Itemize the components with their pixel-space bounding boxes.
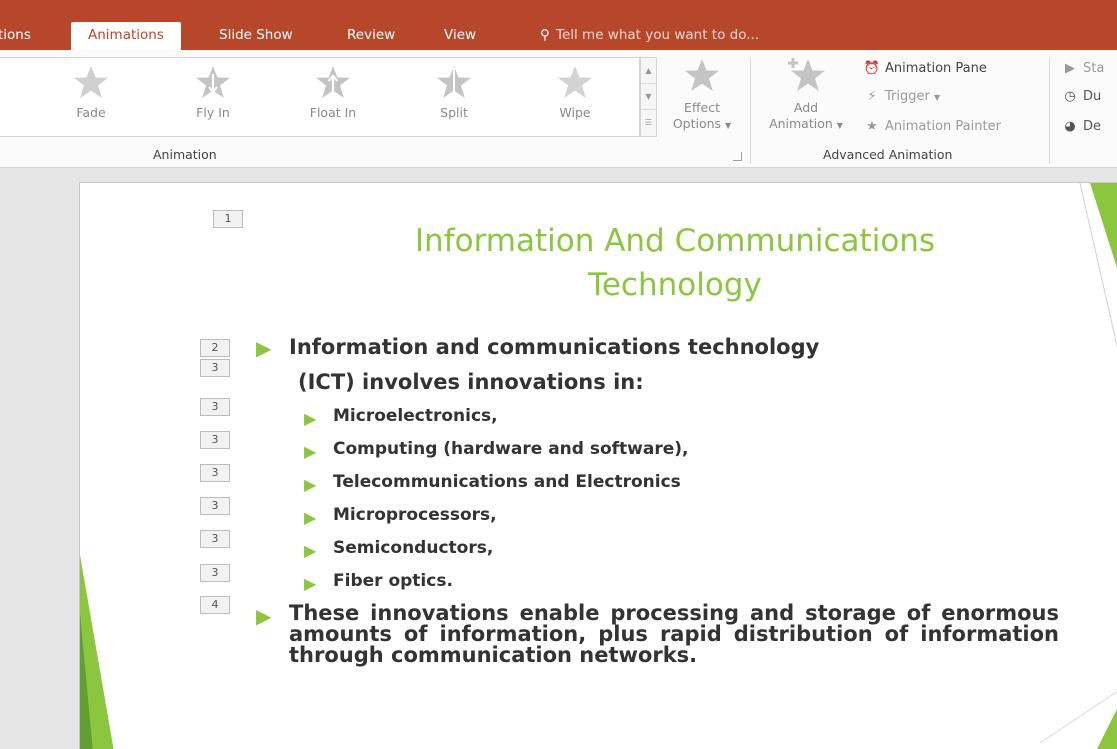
group-label-advanced-animation: Advanced Animation [823,147,953,162]
sub-bullet-arrow-icon: ▶ [304,442,317,461]
animation-pane-button[interactable]: ⏰ Animation Pane [862,58,987,80]
effect-options-label-1: Effect [684,100,720,115]
gallery-item-label: Split [440,105,468,120]
fly-in-star-icon [196,66,230,98]
animation-tag[interactable]: 3 [200,564,230,582]
sub-bullet-text: Microelectronics, [333,406,498,426]
fade-star-icon [74,66,108,98]
split-star-icon [437,66,471,98]
tab-animations[interactable]: Animations [71,22,181,50]
tab-slide-show[interactable]: Slide Show [219,22,293,50]
group-separator [750,58,751,164]
lightning-icon: ⚡ [867,89,877,104]
group-separator [1049,58,1050,164]
tell-me-text: Tell me what you want to do... [556,27,760,43]
sub-bullet-text: Semiconductors, [333,538,494,558]
bullet-arrow-icon: ▶ [256,604,272,628]
gallery-item-fly-in[interactable]: Fly In [173,58,253,136]
animation-tag[interactable]: 1 [213,210,243,228]
powerpoint-window: tions Animations Slide Show Review View … [0,0,1117,749]
sub-bullet-text: Telecommunications and Electronics [333,472,681,492]
gallery-scroll-down-icon[interactable]: ▼ [641,84,656,110]
sub-bullet-text: Computing (hardware and software), [333,439,689,459]
add-animation-button[interactable]: Add Animation ▼ [758,56,854,134]
bullet-text-2: These innovations enable processing and … [289,601,1059,667]
effect-options-button[interactable]: Effect Options ▼ [662,58,742,134]
gallery-item-label: Fly In [196,105,230,120]
bullet-arrow-icon: ▶ [256,336,272,360]
paintbrush-star-icon: ★ [866,119,878,134]
animation-tag[interactable]: 3 [200,464,230,482]
animation-gallery: Fade Fly In Float In Split Wipe [0,57,640,137]
animation-tag[interactable]: 3 [200,431,230,449]
trigger-button[interactable]: ⚡ Trigger ▼ [862,86,940,108]
gallery-more-icon[interactable]: ☰ [641,110,656,136]
ribbon: Fade Fly In Float In Split Wipe ▲ ▼ ☰ Ef… [0,50,1117,168]
group-label-animation: Animation [153,147,217,162]
tab-transitions[interactable]: tions [0,22,31,50]
tab-view[interactable]: View [444,22,476,50]
animation-tag[interactable]: 3 [200,398,230,416]
animation-painter-button[interactable]: ★ Animation Painter [862,116,1001,138]
effect-options-label-2: Options ▼ [672,116,732,131]
sub-bullet-arrow-icon: ▶ [304,475,317,494]
start-control[interactable]: ▶ Sta [1060,58,1104,80]
add-animation-label-1: Add [793,100,819,115]
animation-tag[interactable]: 3 [200,359,230,377]
slide-title[interactable]: Information And Communications Technolog… [330,219,1020,307]
lightbulb-icon: ⚲ [540,27,550,43]
gallery-scroll-up-icon[interactable]: ▲ [641,58,656,84]
bullet-text-1-line-1: Information and communications technolog… [289,335,820,359]
duration-control[interactable]: ◷ Du [1060,86,1101,108]
delay-control[interactable]: ◕ De [1060,116,1101,138]
gallery-item-label: Wipe [559,105,591,120]
sub-bullet-arrow-icon: ▶ [304,508,317,527]
dropdown-arrow-icon: ▼ [725,121,732,130]
gallery-item-split[interactable]: Split [414,58,494,136]
animation-tag[interactable]: 4 [200,596,230,614]
animation-pane-icon: ⏰ [863,61,881,76]
sub-bullet-text: Fiber optics. [333,571,453,591]
clock-icon: ◷ [1064,89,1076,104]
animation-tag[interactable]: 3 [200,497,230,515]
gallery-item-wipe[interactable]: Wipe [535,58,615,136]
dropdown-arrow-icon: ▼ [836,121,843,130]
delay-clock-icon: ◕ [1064,119,1076,134]
gallery-item-label: Fade [76,105,106,120]
animation-tag[interactable]: 2 [200,339,230,357]
float-in-star-icon [316,66,350,98]
gallery-scroll-controls: ▲ ▼ ☰ [640,57,657,137]
slide-title-line-2: Technology [588,267,762,303]
gallery-item-float-in[interactable]: Float In [293,58,373,136]
slide[interactable]: Information And Communications Technolog… [79,182,1117,749]
dialog-launcher-icon[interactable] [733,152,742,161]
effect-options-star-icon [685,59,719,91]
sub-bullet-arrow-icon: ▶ [304,541,317,560]
wipe-star-icon [558,66,592,98]
add-animation-star-icon [788,58,825,91]
sub-bullet-arrow-icon: ▶ [304,409,317,428]
slide-editing-area: Information And Communications Technolog… [0,168,1117,749]
sub-bullet-text: Microprocessors, [333,505,497,525]
dropdown-arrow-icon: ▼ [933,93,941,102]
sub-bullet-arrow-icon: ▶ [304,574,317,593]
slide-title-line-1: Information And Communications [414,223,936,259]
gallery-item-label: Float In [309,105,357,120]
ribbon-tab-bar: tions Animations Slide Show Review View … [0,0,1117,50]
animation-tag[interactable]: 3 [200,530,230,548]
tell-me-search[interactable]: ⚲ Tell me what you want to do... [538,22,759,50]
add-animation-label-2: Animation ▼ [769,116,843,131]
play-icon: ▶ [1065,61,1075,76]
tab-review[interactable]: Review [347,22,395,50]
bullet-text-1-line-2: (ICT) involves innovations in: [298,370,644,394]
gallery-item-fade[interactable]: Fade [51,58,131,136]
